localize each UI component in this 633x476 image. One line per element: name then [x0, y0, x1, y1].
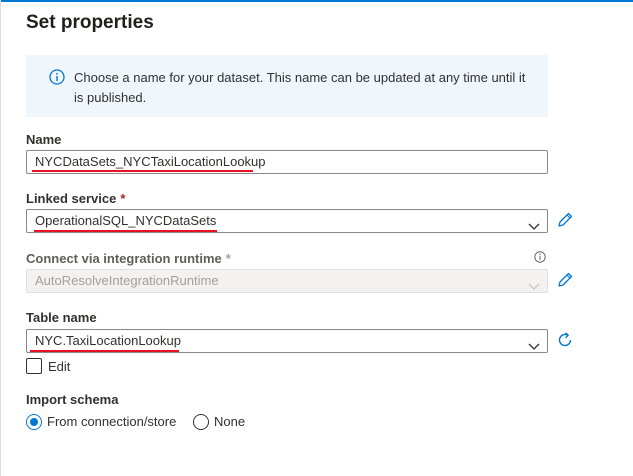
linked-service-label-text: Linked service — [26, 191, 117, 206]
edit-checkbox[interactable] — [26, 358, 42, 374]
name-label: Name — [26, 132, 62, 147]
integration-runtime-dropdown: AutoResolveIntegrationRuntime — [26, 269, 548, 293]
radio-none[interactable] — [193, 414, 209, 430]
pencil-icon[interactable] — [556, 271, 574, 294]
radio-from-connection-store-label: From connection/store — [47, 414, 177, 429]
radio-none-label: None — [214, 414, 246, 429]
red-annotation-underline — [34, 230, 217, 232]
refresh-icon[interactable] — [556, 331, 574, 354]
name-input-value: NYCDataSets_NYCTaxiLocationLookup — [35, 154, 266, 169]
edit-checkbox-label: Edit — [48, 359, 71, 374]
integration-runtime-label-text: Connect via integration runtime — [26, 251, 222, 266]
info-icon — [49, 69, 65, 91]
info-text: Choose a name for your dataset. This nam… — [74, 70, 526, 105]
info-icon[interactable] — [534, 250, 546, 268]
integration-runtime-value: AutoResolveIntegrationRuntime — [35, 273, 219, 288]
radio-from-connection-store[interactable] — [26, 414, 42, 430]
linked-service-value: OperationalSQL_NYCDataSets — [35, 213, 217, 228]
required-mark: * — [120, 191, 126, 206]
panel-left-border — [0, 0, 1, 476]
required-mark: * — [225, 251, 231, 266]
linked-service-label: Linked service * — [26, 191, 125, 206]
import-schema-label: Import schema — [26, 392, 119, 407]
info-banner: Choose a name for your dataset. This nam… — [26, 55, 548, 117]
table-name-label: Table name — [26, 310, 97, 325]
integration-runtime-label: Connect via integration runtime * — [26, 251, 231, 266]
pencil-icon[interactable] — [556, 211, 574, 234]
red-annotation-underline — [30, 350, 179, 352]
chevron-down-icon — [528, 336, 540, 358]
chevron-down-icon — [528, 276, 540, 298]
top-accent-line — [0, 0, 633, 2]
page-title: Set properties — [26, 12, 154, 33]
table-name-value: NYC.TaxiLocationLookup — [35, 333, 181, 348]
red-annotation-underline — [32, 170, 253, 172]
chevron-down-icon — [528, 216, 540, 238]
